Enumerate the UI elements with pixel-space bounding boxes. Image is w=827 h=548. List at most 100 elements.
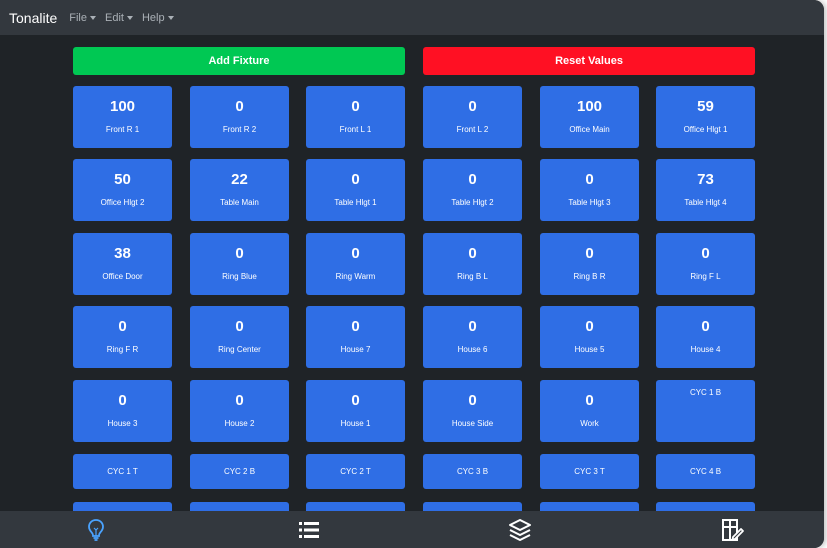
fixture-tile[interactable]: 0 House 7 bbox=[306, 306, 405, 368]
fixture-name: Table Main bbox=[220, 198, 259, 207]
menu-help-label: Help bbox=[141, 11, 165, 24]
fixture-tile[interactable]: CYC 1 T bbox=[73, 454, 172, 489]
fixture-tile[interactable]: 100 Office Main bbox=[540, 86, 639, 148]
fixture-tile[interactable]: 0 House 6 bbox=[423, 306, 522, 368]
fixture-name: Ring F R bbox=[106, 345, 139, 354]
fixture-tile[interactable]: 0 Front R 2 bbox=[190, 86, 289, 148]
fixture-value: 0 bbox=[701, 318, 710, 335]
lightbulb-icon bbox=[88, 519, 104, 541]
fixture-tile[interactable]: 0 Ring B L bbox=[423, 233, 522, 295]
menu-file-label: File bbox=[69, 11, 87, 24]
fixture-tile[interactable] bbox=[306, 502, 405, 511]
app-window: Tonalite File Edit Help Add Fixture Rese… bbox=[0, 0, 824, 548]
fixture-value: 100 bbox=[109, 98, 136, 115]
fixture-name: House 3 bbox=[107, 419, 138, 428]
fixture-tile[interactable]: CYC 2 T bbox=[306, 454, 405, 489]
fixture-name: CYC 3 T bbox=[574, 467, 605, 476]
fixture-value: 0 bbox=[585, 318, 594, 335]
fixture-tile[interactable] bbox=[656, 502, 755, 511]
nav-groups[interactable] bbox=[507, 517, 533, 543]
fixture-tile[interactable] bbox=[540, 502, 639, 511]
fixture-value: 0 bbox=[118, 318, 127, 335]
fixture-tile[interactable]: 73 Table Hlgt 4 bbox=[656, 159, 755, 221]
fixture-name: CYC 1 T bbox=[107, 467, 138, 476]
fixture-name: House 1 bbox=[340, 419, 371, 428]
fixture-name: Table Hlgt 2 bbox=[451, 198, 494, 207]
fixture-tile[interactable] bbox=[73, 502, 172, 511]
fixture-name: CYC 3 B bbox=[456, 467, 489, 476]
fixture-tile[interactable]: 0 Front L 2 bbox=[423, 86, 522, 148]
fixture-name: Office Hlgt 1 bbox=[683, 125, 728, 134]
fixture-value: 38 bbox=[114, 245, 131, 262]
fixture-tile[interactable]: 22 Table Main bbox=[190, 159, 289, 221]
fixture-value: 0 bbox=[468, 98, 477, 115]
fixture-value: 0 bbox=[351, 171, 360, 188]
add-fixture-button[interactable]: Add Fixture bbox=[73, 47, 405, 75]
fixture-name: Office Door bbox=[102, 272, 143, 281]
fixture-tile[interactable]: 59 Office Hlgt 1 bbox=[656, 86, 755, 148]
fixture-name: Front L 2 bbox=[456, 125, 489, 134]
fixture-tile[interactable] bbox=[423, 502, 522, 511]
fixture-value: 59 bbox=[697, 98, 714, 115]
fixture-tile[interactable]: 0 House 1 bbox=[306, 380, 405, 442]
fixture-tile[interactable]: 0 Table Hlgt 1 bbox=[306, 159, 405, 221]
fixture-value: 0 bbox=[468, 245, 477, 262]
fixture-tile[interactable]: 38 Office Door bbox=[73, 233, 172, 295]
fixture-name: Table Hlgt 3 bbox=[568, 198, 611, 207]
fixture-name: House 6 bbox=[457, 345, 488, 354]
fixture-tile[interactable]: 0 Ring F R bbox=[73, 306, 172, 368]
fixture-tile[interactable]: CYC 3 B bbox=[423, 454, 522, 489]
fixture-tile[interactable]: 0 House 3 bbox=[73, 380, 172, 442]
fixture-name: Ring Warm bbox=[335, 272, 376, 281]
menu-file[interactable]: File bbox=[69, 12, 96, 24]
fixture-tile[interactable]: 0 House 4 bbox=[656, 306, 755, 368]
fixture-name: House 2 bbox=[224, 419, 255, 428]
fixture-tile[interactable]: 0 House 5 bbox=[540, 306, 639, 368]
fixture-value: 0 bbox=[235, 392, 244, 409]
fixture-tile[interactable]: CYC 3 T bbox=[540, 454, 639, 489]
fixture-value: 0 bbox=[468, 171, 477, 188]
fixture-tile[interactable]: 50 Office Hlgt 2 bbox=[73, 159, 172, 221]
fixture-name: CYC 2 B bbox=[223, 467, 256, 476]
fixture-name: CYC 2 T bbox=[340, 467, 371, 476]
nav-cues[interactable] bbox=[296, 517, 322, 543]
menu-help[interactable]: Help bbox=[142, 12, 174, 24]
fixture-tile[interactable]: CYC 4 B bbox=[656, 454, 755, 489]
caret-down-icon bbox=[90, 15, 96, 20]
fixture-tile[interactable]: CYC 1 B bbox=[656, 380, 755, 442]
fixture-name: Ring B R bbox=[573, 272, 606, 281]
fixture-name: Work bbox=[580, 419, 599, 428]
fixture-tile[interactable] bbox=[190, 502, 289, 511]
nav-presets[interactable] bbox=[719, 517, 745, 543]
caret-down-icon bbox=[126, 15, 133, 20]
nav-fixtures[interactable] bbox=[83, 517, 109, 543]
fixture-tile[interactable]: 0 Ring B R bbox=[540, 233, 639, 295]
fixture-tile[interactable]: 0 Front L 1 bbox=[306, 86, 405, 148]
fixture-tile[interactable]: 0 House 2 bbox=[190, 380, 289, 442]
fixture-tile[interactable]: CYC 2 B bbox=[190, 454, 289, 489]
fixture-tile[interactable]: 0 Ring Warm bbox=[306, 233, 405, 295]
fixture-tile[interactable]: 0 Ring F L bbox=[656, 233, 755, 295]
fixture-value: 100 bbox=[576, 98, 603, 115]
fixture-tile[interactable]: 0 Ring Blue bbox=[190, 233, 289, 295]
fixture-value: 0 bbox=[235, 98, 244, 115]
fixture-tile[interactable]: 0 Table Hlgt 3 bbox=[540, 159, 639, 221]
fixture-tile[interactable]: 0 Work bbox=[540, 380, 639, 442]
fixture-value: 0 bbox=[468, 392, 477, 409]
fixture-tile[interactable]: 0 House Side bbox=[423, 380, 522, 442]
app-title: Tonalite bbox=[9, 9, 58, 26]
fixture-value: 73 bbox=[697, 171, 714, 188]
top-bar: Tonalite File Edit Help bbox=[0, 0, 824, 35]
fixture-name: Front R 1 bbox=[105, 125, 140, 134]
fixture-tile[interactable]: 0 Table Hlgt 2 bbox=[423, 159, 522, 221]
fixture-tile[interactable]: 0 Ring Center bbox=[190, 306, 289, 368]
fixture-value: 50 bbox=[114, 171, 131, 188]
menu-edit[interactable]: Edit bbox=[105, 12, 133, 24]
reset-values-button[interactable]: Reset Values bbox=[423, 47, 755, 75]
fixture-value: 0 bbox=[351, 318, 360, 335]
fixture-name: Ring B L bbox=[457, 272, 488, 281]
fixture-tile[interactable]: 100 Front R 1 bbox=[73, 86, 172, 148]
fixture-name: Office Main bbox=[569, 125, 610, 134]
fixtures-panel[interactable]: Add Fixture Reset Values 100 Front R 1 0 Fr… bbox=[0, 35, 824, 511]
fixture-value: 0 bbox=[468, 318, 477, 335]
